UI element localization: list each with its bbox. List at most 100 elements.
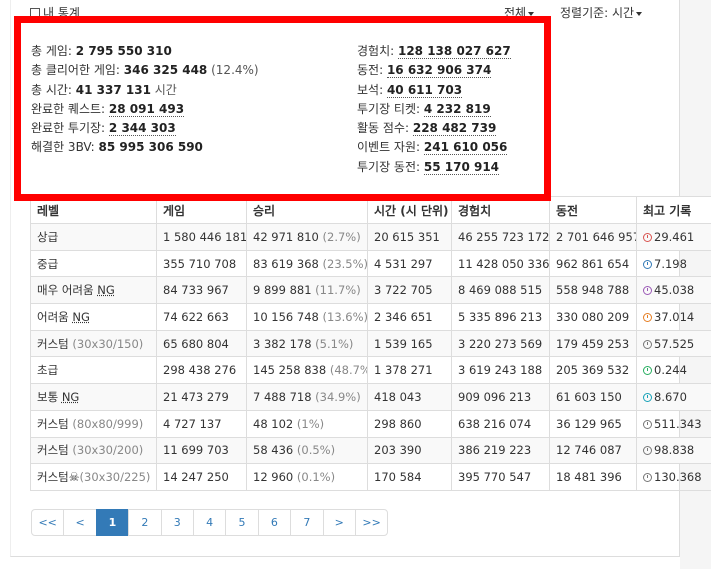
- ng-tag: NG: [72, 309, 90, 324]
- stat-line: 총 클리어한 게임: 346 325 448 (12.4%): [31, 61, 259, 80]
- level-params: (30x30/200): [72, 443, 144, 458]
- exp-cell: 909 096 213: [451, 383, 550, 411]
- record-cell[interactable]: 8.670: [636, 383, 711, 411]
- level-name: 보통: [37, 389, 62, 404]
- record-cell[interactable]: 45.038: [636, 276, 711, 305]
- table-row[interactable]: 보통 NG 21 473 279 7 488 718 (34.9%) 418 043 9…: [30, 383, 711, 411]
- level-name: 매우 어려움: [37, 283, 98, 298]
- table-row[interactable]: 어려움 NG 74 622 663 10 156 748 (13.6%) 2 346 …: [30, 303, 711, 331]
- level-cell: 보통 NG: [30, 383, 157, 411]
- stat-value[interactable]: 40 611 703: [386, 82, 463, 98]
- level-cell: 어려움 NG: [30, 303, 157, 331]
- stat-value[interactable]: 16 632 906 374: [386, 63, 492, 79]
- record-cell[interactable]: 130.368: [636, 463, 711, 491]
- wins-percent: (5.1%): [311, 336, 354, 351]
- wins-cell: 3 382 178 (5.1%): [246, 329, 368, 358]
- page-button[interactable]: 3: [160, 509, 194, 536]
- games-cell: 21 473 279: [156, 383, 247, 411]
- exp-cell: 3 619 243 188: [451, 356, 550, 385]
- pagination: << <1 2 3 4 5 6 7 > >>: [31, 509, 389, 536]
- table-row[interactable]: 중급 355 710 708 83 619 368 (23.5%) 4 531 297…: [30, 249, 711, 278]
- table-row[interactable]: 매우 어려움 NG 84 733 967 9 899 881 (11.7%) 3 72…: [30, 276, 711, 305]
- level-cell: 중급: [30, 249, 157, 278]
- page-button[interactable]: 7: [290, 509, 324, 536]
- stat-value[interactable]: 241 610 056: [423, 140, 508, 156]
- stat-value[interactable]: 128 138 027 627: [397, 44, 511, 59]
- sort-dropdown[interactable]: 정렬기준: 시간: [560, 4, 643, 21]
- exp-cell: 46 255 723 172: [451, 223, 550, 251]
- table-row[interactable]: 커스텀 (30x30/150) 65 680 804 3 382 178 (5.1%…: [30, 329, 711, 358]
- record-cell[interactable]: 29.461: [636, 223, 711, 251]
- time-cell: 20 615 351: [367, 223, 452, 251]
- sort-label: 정렬기준: 시간: [560, 6, 635, 20]
- page-button[interactable]: >>: [354, 509, 389, 536]
- table-row[interactable]: 초급298 438 276145 258 838 (48.7%)1 378 27…: [30, 356, 711, 385]
- stat-line: 투기장 티켓: 4 232 819: [357, 100, 511, 119]
- stat-label: 활동 점수:: [357, 121, 413, 136]
- coins-cell: 205 369 532: [549, 356, 637, 385]
- page-button[interactable]: 5: [225, 509, 259, 536]
- time-cell: 418 043: [367, 383, 452, 411]
- record-value: 57.525: [654, 336, 695, 351]
- stat-label: 해결한 3BV:: [31, 140, 99, 155]
- page-button[interactable]: >: [322, 509, 356, 536]
- wins-value: 58 436: [253, 443, 294, 458]
- stat-suffix: (12.4%): [207, 63, 259, 78]
- coins-cell: 179 459 253: [549, 329, 637, 358]
- table-row[interactable]: 커스텀 (80x80/999) 4 727 137 48 102 (1%) 298 8…: [30, 409, 711, 438]
- page-button[interactable]: 6: [257, 509, 292, 536]
- wins-percent: (34.9%): [311, 389, 361, 404]
- page-button[interactable]: 1: [95, 509, 130, 536]
- column-header[interactable]: 동전: [549, 196, 637, 224]
- wins-cell: 48 102 (1%): [246, 409, 368, 438]
- caret-down-icon: [528, 11, 535, 16]
- stat-value[interactable]: 55 170 914: [423, 159, 500, 175]
- coins-cell: 558 948 788: [549, 276, 637, 305]
- table-row[interactable]: 상급 1 580 446 181 42 971 810 (2.7%) 20 615 3…: [30, 223, 711, 251]
- games-cell: 11 699 703: [156, 436, 247, 465]
- stats-column-right: 경험치: 128 138 027 627 동전: 16 632 906 374 보석…: [357, 42, 511, 177]
- stat-value[interactable]: 4 232 819: [423, 101, 491, 117]
- wins-cell: 10 156 748 (13.6%): [246, 303, 368, 331]
- page-button[interactable]: 4: [192, 509, 227, 536]
- record-cell[interactable]: 57.525: [636, 329, 711, 358]
- table-row[interactable]: 커스텀☠(30x30/225) 14 247 250 12 960 (0.1%) 17…: [30, 463, 711, 491]
- table-row[interactable]: 커스텀 (30x30/200) 11 699 703 58 436 (0.5%) 20…: [30, 436, 711, 465]
- wins-value: 3 382 178: [253, 336, 312, 351]
- level-name: 커스텀: [37, 470, 69, 485]
- stat-value[interactable]: 228 482 739: [412, 121, 497, 137]
- level-name: 어려움: [37, 309, 73, 324]
- record-cell[interactable]: 98.838: [636, 436, 711, 465]
- wins-cell: 145 258 838 (48.7%): [246, 356, 368, 385]
- record-cell[interactable]: 7.198: [636, 249, 711, 278]
- coins-cell: 12 746 087: [549, 436, 637, 465]
- clock-icon: [643, 339, 652, 349]
- wins-cell: 9 899 881 (11.7%): [246, 276, 368, 305]
- level-cell: 초급: [30, 356, 157, 385]
- record-cell[interactable]: 37.014: [636, 303, 711, 331]
- page-button[interactable]: <<: [31, 509, 65, 536]
- record-cell[interactable]: 0.244: [636, 356, 711, 385]
- level-params: (80x80/999): [72, 416, 144, 431]
- clock-icon: [643, 259, 652, 269]
- wins-value: 48 102: [253, 416, 294, 431]
- stat-suffix: 시간: [150, 82, 177, 97]
- stat-line: 이벤트 자원: 241 610 056: [357, 138, 511, 157]
- record-cell[interactable]: 511.343: [636, 409, 711, 438]
- stat-value: 2 344 303: [108, 121, 176, 137]
- page-button[interactable]: 2: [128, 509, 162, 536]
- wins-value: 9 899 881: [253, 283, 312, 298]
- games-cell: 298 438 276: [156, 356, 247, 385]
- page-button[interactable]: <: [63, 509, 97, 536]
- wins-cell: 83 619 368 (23.5%): [246, 249, 368, 278]
- time-cell: 1 539 165: [367, 329, 452, 358]
- stat-value: 346 325 448: [123, 63, 208, 78]
- stat-label: 완료한 퀘스트:: [31, 101, 109, 116]
- column-header[interactable]: 최고 기록: [636, 196, 711, 224]
- games-cell: 4 727 137: [156, 409, 247, 438]
- record-value: 29.461: [654, 229, 695, 244]
- level-cell: 커스텀 (30x30/150): [30, 329, 157, 358]
- stat-label: 보석:: [357, 82, 387, 97]
- record-value: 0.244: [654, 363, 687, 378]
- clock-icon: [643, 473, 652, 483]
